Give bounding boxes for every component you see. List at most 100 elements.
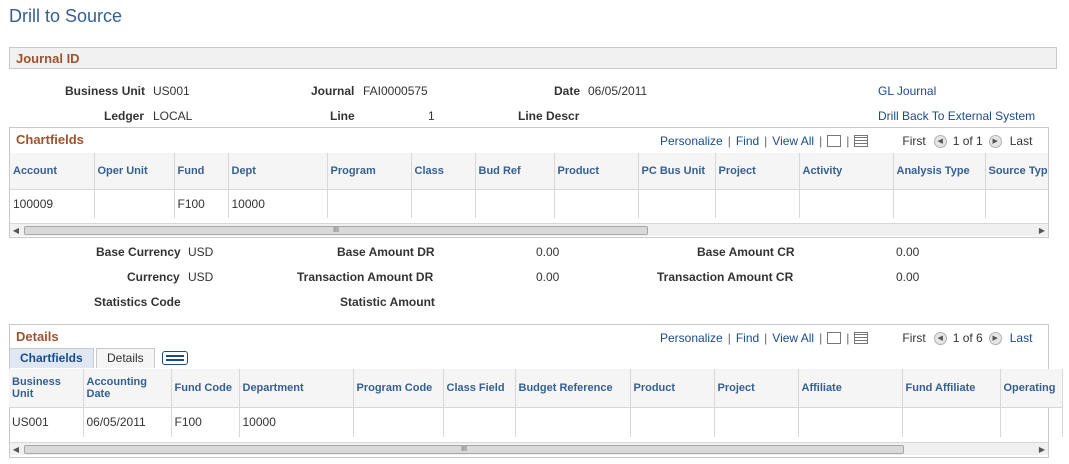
column-header[interactable]: Fund Affiliate bbox=[902, 369, 1001, 407]
last-link[interactable]: Last bbox=[1010, 331, 1033, 345]
column-header[interactable]: Project bbox=[715, 153, 800, 189]
date-label: Date bbox=[554, 84, 581, 98]
column-header[interactable]: Product bbox=[630, 369, 715, 407]
table-cell: US001 bbox=[9, 406, 84, 437]
scroll-grip: III bbox=[333, 227, 339, 234]
base-currency-value: USD bbox=[188, 245, 214, 259]
column-header[interactable]: Fund bbox=[174, 153, 229, 189]
zoom-icon[interactable] bbox=[827, 135, 842, 147]
details-grid-title: Details bbox=[16, 329, 59, 344]
drill-back-link[interactable]: Drill Back To External System bbox=[878, 109, 1035, 123]
column-header[interactable]: Source Type bbox=[985, 153, 1048, 189]
zoom-icon[interactable] bbox=[827, 332, 842, 344]
personalize-link[interactable]: Personalize bbox=[660, 331, 723, 345]
download-grid-icon[interactable] bbox=[854, 332, 869, 344]
table-cell: 10000 bbox=[239, 406, 354, 437]
details-table: Business Unit Accounting Date Fund Code … bbox=[9, 369, 1063, 437]
transaction-amount-cr-label: Transaction Amount CR bbox=[657, 270, 794, 284]
table-cell bbox=[902, 406, 1001, 437]
view-all-link[interactable]: View All bbox=[772, 134, 814, 148]
page-title: Drill to Source bbox=[9, 6, 123, 26]
table-cell bbox=[1000, 406, 1063, 437]
column-header[interactable]: Analysis Type bbox=[893, 153, 986, 189]
transaction-amount-cr-value: 0.00 bbox=[896, 270, 920, 284]
base-currency-label: Base Currency bbox=[96, 245, 181, 259]
column-header[interactable]: Class Field bbox=[443, 369, 516, 407]
last-arrow-icon[interactable]: ▶ bbox=[988, 134, 1002, 148]
first-arrow-icon[interactable]: ◀ bbox=[933, 134, 947, 148]
range-label: 1 of 1 bbox=[952, 134, 983, 148]
column-header[interactable]: Product bbox=[554, 153, 639, 189]
column-header[interactable]: Department bbox=[239, 369, 354, 407]
table-cell: F100 bbox=[174, 188, 229, 218]
column-header[interactable]: Program Code bbox=[353, 369, 444, 407]
base-amount-dr-label: Base Amount DR bbox=[337, 245, 435, 259]
column-header[interactable]: Affiliate bbox=[798, 369, 903, 407]
scroll-grip: III bbox=[461, 446, 467, 453]
chartfields-header-row: Account Oper Unit Fund Dept Program Clas… bbox=[10, 153, 1048, 189]
table-cell: 06/05/2011 bbox=[83, 406, 172, 437]
column-header[interactable]: Account bbox=[10, 153, 95, 189]
column-header[interactable]: Program bbox=[327, 153, 412, 189]
transaction-amount-dr-value: 0.00 bbox=[536, 270, 560, 284]
scroll-right-icon[interactable]: ▶ bbox=[1036, 443, 1048, 456]
download-grid-icon[interactable] bbox=[854, 135, 869, 147]
business-unit-value: US001 bbox=[153, 84, 190, 98]
range-label: 1 of 6 bbox=[952, 331, 983, 345]
table-cell bbox=[515, 406, 631, 437]
transaction-amount-dr-label: Transaction Amount DR bbox=[297, 270, 434, 284]
tab-details[interactable]: Details bbox=[96, 348, 155, 368]
line-label: Line bbox=[330, 109, 355, 123]
find-link[interactable]: Find bbox=[736, 134, 759, 148]
tab-chartfields[interactable]: Chartfields bbox=[9, 348, 94, 368]
show-all-columns-icon[interactable] bbox=[162, 351, 188, 365]
journal-id-section-header: Journal ID bbox=[9, 47, 1057, 69]
gl-journal-link[interactable]: GL Journal bbox=[878, 84, 936, 98]
column-header[interactable]: Oper Unit bbox=[94, 153, 175, 189]
details-horizontal-scrollbar[interactable]: ◀ III ▶ bbox=[10, 442, 1048, 455]
line-value: 1 bbox=[428, 109, 435, 123]
table-cell bbox=[799, 188, 894, 218]
currency-label: Currency bbox=[127, 270, 180, 284]
currency-value: USD bbox=[188, 270, 214, 284]
first-arrow-icon[interactable]: ◀ bbox=[933, 331, 947, 345]
table-cell bbox=[327, 188, 412, 218]
scroll-left-icon[interactable]: ◀ bbox=[10, 443, 22, 456]
table-cell bbox=[985, 188, 1048, 218]
table-cell bbox=[893, 188, 986, 218]
column-header[interactable]: Dept bbox=[228, 153, 328, 189]
column-header[interactable]: Activity bbox=[799, 153, 894, 189]
last-arrow-icon[interactable]: ▶ bbox=[988, 331, 1002, 345]
table-cell bbox=[94, 188, 175, 218]
column-header[interactable]: PC Bus Unit bbox=[638, 153, 716, 189]
ledger-value: LOCAL bbox=[153, 109, 193, 123]
column-header[interactable]: Bud Ref bbox=[475, 153, 555, 189]
column-header[interactable]: Business Unit bbox=[9, 369, 84, 407]
column-header[interactable]: Operating bbox=[1000, 369, 1063, 407]
column-header[interactable]: Project bbox=[714, 369, 799, 407]
table-cell bbox=[715, 188, 800, 218]
first-label: First bbox=[902, 134, 926, 148]
table-row: US001 06/05/2011 F100 10000 bbox=[9, 406, 1063, 437]
table-cell bbox=[630, 406, 715, 437]
scroll-left-icon[interactable]: ◀ bbox=[10, 224, 22, 237]
column-header[interactable]: Accounting Date bbox=[83, 369, 172, 407]
column-header[interactable]: Budget Reference bbox=[515, 369, 631, 407]
statistics-code-label: Statistics Code bbox=[94, 295, 181, 309]
personalize-link[interactable]: Personalize bbox=[660, 134, 723, 148]
scroll-right-icon[interactable]: ▶ bbox=[1036, 224, 1048, 237]
base-amount-cr-value: 0.00 bbox=[896, 245, 920, 259]
scrollbar-thumb[interactable]: III bbox=[24, 445, 904, 454]
chartfields-horizontal-scrollbar[interactable]: ◀ III ▶ bbox=[10, 223, 1048, 236]
first-label: First bbox=[902, 331, 926, 345]
column-header[interactable]: Class bbox=[411, 153, 476, 189]
find-link[interactable]: Find bbox=[736, 331, 759, 345]
column-header[interactable]: Fund Code bbox=[171, 369, 240, 407]
business-unit-label: Business Unit bbox=[65, 84, 146, 98]
chartfields-table: Account Oper Unit Fund Dept Program Clas… bbox=[10, 153, 1048, 218]
table-cell bbox=[353, 406, 444, 437]
table-cell: 100009 bbox=[10, 188, 95, 218]
table-cell: 10000 bbox=[228, 188, 328, 218]
view-all-link[interactable]: View All bbox=[772, 331, 814, 345]
scrollbar-thumb[interactable]: III bbox=[24, 226, 648, 235]
